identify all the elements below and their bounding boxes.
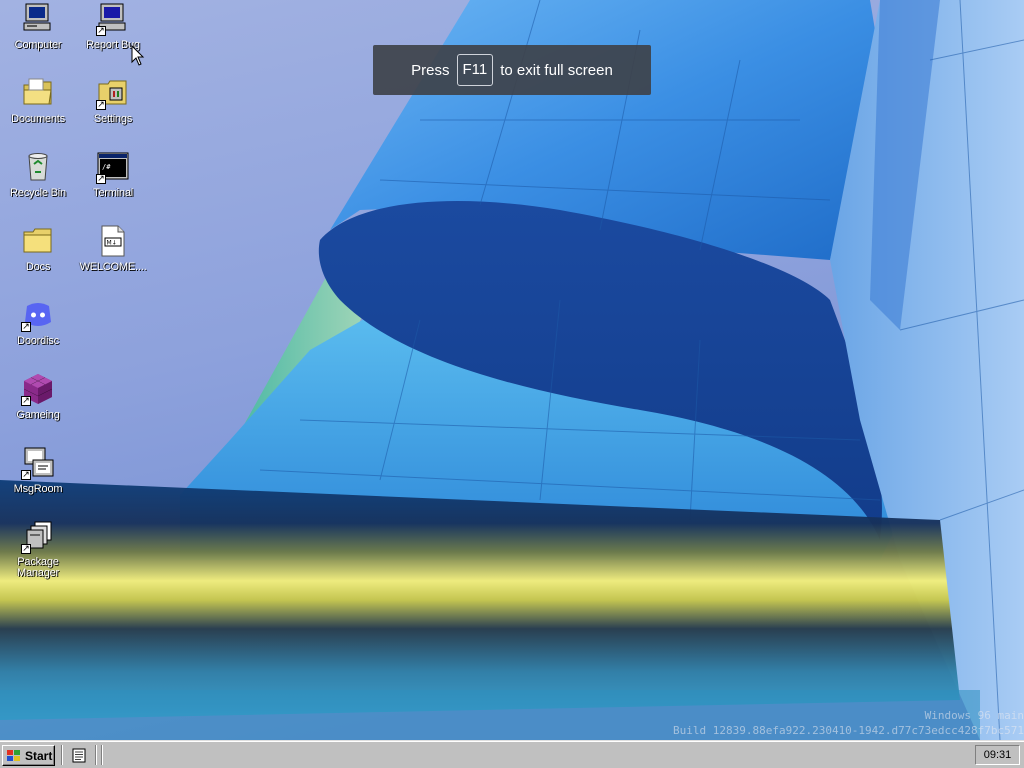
desktop-icon-label: Doordisc	[17, 335, 59, 347]
recycle-bin-icon	[21, 150, 55, 184]
desktop-icon-label: Recycle Bin	[10, 187, 66, 199]
shortcut-arrow-icon: ↗	[96, 100, 106, 110]
windows-logo-icon	[7, 749, 20, 761]
system-tray-clock[interactable]: 09:31	[975, 745, 1020, 765]
desktop-icon-label: Package Manager	[16, 556, 59, 579]
shortcut-arrow-icon: ↗	[21, 544, 31, 554]
desktop-icon-settings[interactable]: ↗ Settings	[75, 76, 151, 125]
wallpaper-image	[0, 0, 1024, 740]
svg-text:/#: /#	[102, 163, 111, 171]
folder-icon	[21, 224, 55, 258]
desktop-icon-label: Computer	[14, 39, 62, 51]
desktop-icon-docs[interactable]: Docs	[0, 224, 76, 273]
desktop-icon-terminal[interactable]: /# ↗ Terminal	[75, 150, 151, 199]
shortcut-arrow-icon: ↗	[96, 174, 106, 184]
shortcut-arrow-icon: ↗	[21, 396, 31, 406]
msgroom-icon: ↗	[21, 446, 55, 480]
svg-text:M↓: M↓	[107, 240, 117, 247]
desktop-icon-label: Settings	[93, 113, 133, 125]
toast-key: F11	[456, 54, 494, 86]
doordisc-icon: ↗	[21, 298, 55, 332]
markdown-file-icon: M↓	[96, 224, 130, 258]
toast-suffix: to exit full screen	[500, 61, 613, 79]
taskbar: Start 09:31	[0, 740, 1024, 768]
desktop-icon-label: WELCOME....	[79, 261, 147, 273]
desktop-icon-welcome[interactable]: M↓ WELCOME....	[75, 224, 151, 273]
desktop-icon-label: MsgRoom	[13, 483, 63, 495]
taskbar-separator	[95, 745, 97, 765]
desktop-icon-recycle-bin[interactable]: Recycle Bin	[0, 150, 76, 199]
desktop-icon-doordisc[interactable]: ↗ Doordisc	[0, 298, 76, 347]
terminal-icon: /# ↗	[96, 150, 130, 184]
start-label: Start	[25, 748, 53, 763]
fullscreen-toast: Press F11 to exit full screen	[373, 45, 651, 95]
desktop-icon-label: Docs	[25, 261, 51, 273]
desktop-icon-label: Terminal	[93, 187, 133, 199]
clock-time: 09:31	[983, 749, 1012, 761]
folder-open-icon	[21, 76, 55, 110]
taskbar-separator	[61, 745, 63, 765]
settings-folder-icon: ↗	[96, 76, 130, 110]
shortcut-arrow-icon: ↗	[96, 26, 106, 36]
desktop-icon-msgroom[interactable]: ↗ MsgRoom	[0, 446, 76, 495]
quicklaunch-notepad-button[interactable]	[69, 746, 89, 765]
computer-icon	[21, 2, 55, 36]
desktop[interactable]: Computer ↗ Report Bug Documents ↗ Settin…	[0, 0, 1024, 740]
mouse-cursor-icon	[131, 45, 145, 66]
desktop-icon-gameing[interactable]: ↗ Gameing	[0, 372, 76, 421]
package-manager-icon: ↗	[21, 520, 55, 554]
report-bug-icon: ↗	[96, 2, 130, 36]
desktop-icon-label: Documents	[11, 113, 65, 125]
shortcut-arrow-icon: ↗	[21, 470, 31, 480]
desktop-icon-report-bug[interactable]: ↗ Report Bug	[75, 2, 151, 51]
toast-prefix: Press	[411, 61, 450, 79]
watermark-line1: Windows 96 main	[924, 709, 1024, 722]
taskbar-separator	[101, 745, 103, 765]
start-button[interactable]: Start	[2, 745, 55, 766]
desktop-icon-documents[interactable]: Documents	[0, 76, 76, 125]
desktop-icon-label: Gameing	[16, 409, 60, 421]
shortcut-arrow-icon: ↗	[21, 322, 31, 332]
notepad-icon	[72, 748, 86, 763]
desktop-icon-package-manager[interactable]: ↗ Package Manager	[0, 520, 76, 579]
desktop-icon-computer[interactable]: Computer	[0, 2, 76, 51]
cube-icon: ↗	[21, 372, 55, 406]
build-watermark: Windows 96 main Build 12839.88efa922.230…	[604, 708, 1024, 738]
watermark-line2: Build 12839.88efa922.230410-1942.d77c73e…	[673, 724, 1024, 737]
